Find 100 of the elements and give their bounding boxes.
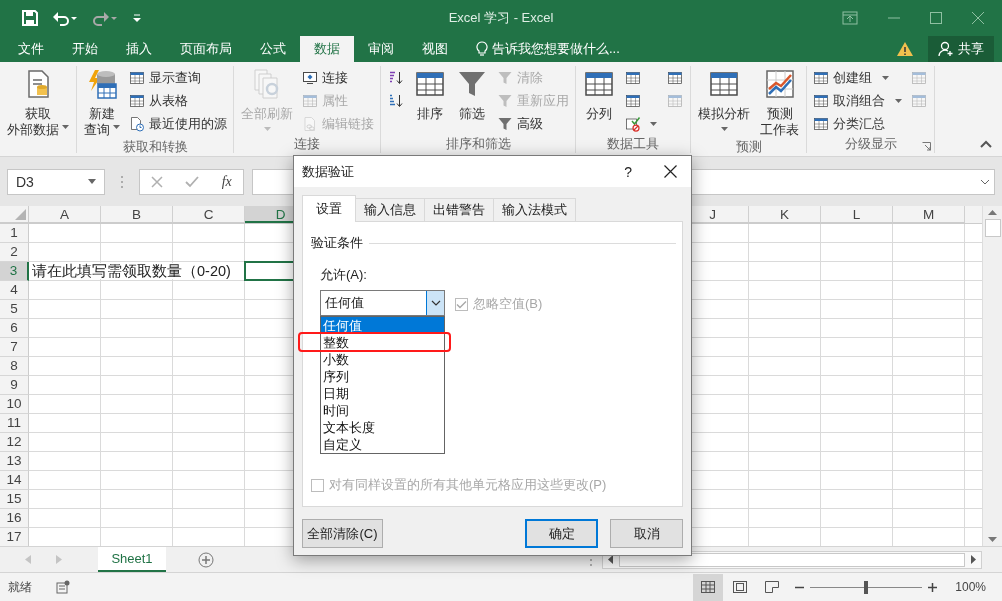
table-icon [302, 93, 318, 110]
row-header[interactable]: 10 [0, 395, 29, 415]
dropdown-option[interactable]: 文本长度 [321, 419, 444, 436]
scroll-down-icon[interactable] [988, 537, 997, 543]
ribbon-button[interactable]: 取消组合 [810, 90, 905, 112]
row-header[interactable]: 17 [0, 528, 29, 547]
zoom-in-icon[interactable] [928, 582, 938, 592]
row-header[interactable]: 8 [0, 357, 29, 377]
row-header[interactable]: 6 [0, 319, 29, 339]
table-icon [129, 93, 145, 110]
column-header[interactable]: C [173, 206, 245, 224]
column-header[interactable]: L [821, 206, 893, 224]
page-icon [733, 581, 748, 594]
ribbon-tab[interactable]: 审阅 [354, 35, 408, 62]
ribbon-button[interactable]: 模拟分析 [694, 65, 754, 140]
vertical-scrollbar[interactable] [982, 206, 1002, 547]
column-header[interactable]: A [29, 206, 101, 224]
name-box[interactable]: D3 [7, 168, 105, 195]
help-button[interactable]: ? [624, 163, 632, 180]
scroll-up-icon[interactable] [988, 210, 997, 216]
column-header[interactable]: M [893, 206, 965, 224]
ribbon-button[interactable]: 分类汇总 [810, 113, 905, 135]
check-icon[interactable] [185, 175, 200, 188]
table-icon [667, 70, 683, 87]
chevron-down-icon [430, 300, 441, 306]
expand-icon[interactable] [980, 179, 990, 185]
scroll-thumb[interactable] [619, 552, 965, 567]
scroll-thumb[interactable] [984, 219, 1001, 238]
row-header[interactable]: 11 [0, 414, 29, 434]
page-break-icon [765, 581, 780, 594]
lightbulb-icon [476, 40, 488, 57]
normal-view-button[interactable] [693, 573, 724, 601]
ribbon-button[interactable]: 获取 外部数据 [3, 65, 73, 140]
dropdown-option[interactable]: 序列 [321, 368, 444, 385]
add-sheet-icon[interactable] [198, 551, 214, 568]
zoom-slider-thumb[interactable] [864, 580, 869, 594]
row-header[interactable]: 7 [0, 338, 29, 358]
save-button[interactable] [22, 9, 38, 26]
ribbon-button[interactable]: 排序 [410, 65, 450, 137]
dropdown-option[interactable]: 小数 [321, 351, 444, 368]
dialog-button[interactable]: 确定 [525, 519, 598, 548]
row-header[interactable]: 14 [0, 471, 29, 491]
ribbon-tab[interactable]: 插入 [112, 35, 166, 62]
customize-button[interactable] [132, 12, 142, 23]
row-header[interactable]: 2 [0, 243, 29, 263]
insert-function-button[interactable]: fx [221, 173, 232, 190]
row-header[interactable]: 13 [0, 452, 29, 472]
ribbon-tab[interactable]: 文件 [4, 35, 58, 62]
sheet-tab[interactable]: Sheet1 [98, 547, 166, 573]
close-icon[interactable] [664, 165, 677, 178]
collapse-ribbon-icon[interactable] [980, 139, 992, 148]
allow-dropdown[interactable]: 任何值 [320, 290, 445, 316]
macro-record-icon[interactable] [56, 580, 70, 595]
row-header[interactable]: 12 [0, 433, 29, 453]
ribbon-button[interactable]: 连接 [299, 67, 377, 89]
ribbon-button[interactable]: 高级 [494, 113, 572, 135]
ribbon-button[interactable]: 筛选 [452, 65, 492, 137]
ribbon-button[interactable]: 分列 [579, 65, 619, 137]
table-icon [813, 116, 829, 133]
ribbon-button[interactable]: 预测 工作表 [756, 65, 803, 140]
ribbon-button[interactable]: 创建组 [810, 67, 905, 89]
row-header[interactable]: 1 [0, 224, 29, 244]
warning-icon[interactable] [896, 40, 914, 57]
share-button[interactable]: 共享 [928, 35, 994, 62]
ribbon-button[interactable]: 显示查询 [126, 67, 230, 89]
ribbon-button[interactable]: 新建 查询 [80, 65, 124, 140]
column-header[interactable]: B [101, 206, 173, 224]
ribbon-button[interactable]: 从表格 [126, 90, 230, 112]
dropdown-option[interactable]: 时间 [321, 402, 444, 419]
dialog-button[interactable]: 取消 [610, 519, 683, 548]
ribbon-tab[interactable]: 数据 [300, 35, 354, 62]
ribbon-button[interactable]: 最近使用的源 [126, 113, 230, 135]
dialog-tab[interactable]: 输入法模式 [493, 198, 576, 221]
dialog-tab[interactable]: 设置 [302, 195, 356, 222]
group-label: 数据工具 [607, 136, 659, 154]
column-header[interactable]: K [749, 206, 821, 224]
row-header[interactable]: 16 [0, 509, 29, 529]
tell-me-field[interactable]: 告诉我您想要做什么... [488, 35, 656, 62]
grid-icon [701, 581, 716, 594]
table-icon [625, 93, 641, 110]
row-header[interactable]: 4 [0, 281, 29, 301]
ribbon-tab[interactable]: 视图 [408, 35, 462, 62]
ribbon-display-icon[interactable] [842, 10, 858, 25]
row-header[interactable]: 5 [0, 300, 29, 320]
maximize-icon[interactable] [930, 11, 942, 24]
dialog-launcher-icon[interactable] [922, 141, 931, 151]
dialog-button[interactable]: 全部清除(C) [302, 519, 383, 548]
dropdown-option[interactable]: 日期 [321, 385, 444, 402]
row-header[interactable]: 9 [0, 376, 29, 396]
ribbon-tab[interactable]: 页面布局 [166, 35, 246, 62]
zoom-level[interactable]: 100% [955, 580, 986, 595]
horizontal-scrollbar[interactable] [602, 550, 982, 569]
scroll-left-icon[interactable] [608, 555, 613, 565]
ribbon-tab[interactable]: 开始 [58, 35, 112, 62]
row-header[interactable]: 3 [0, 262, 29, 282]
triangle-icon [15, 209, 26, 221]
ribbon-tab[interactable]: 公式 [246, 35, 300, 62]
scroll-right-icon[interactable] [971, 555, 976, 565]
row-header[interactable]: 15 [0, 490, 29, 510]
dropdown-option[interactable]: 自定义 [321, 436, 444, 453]
